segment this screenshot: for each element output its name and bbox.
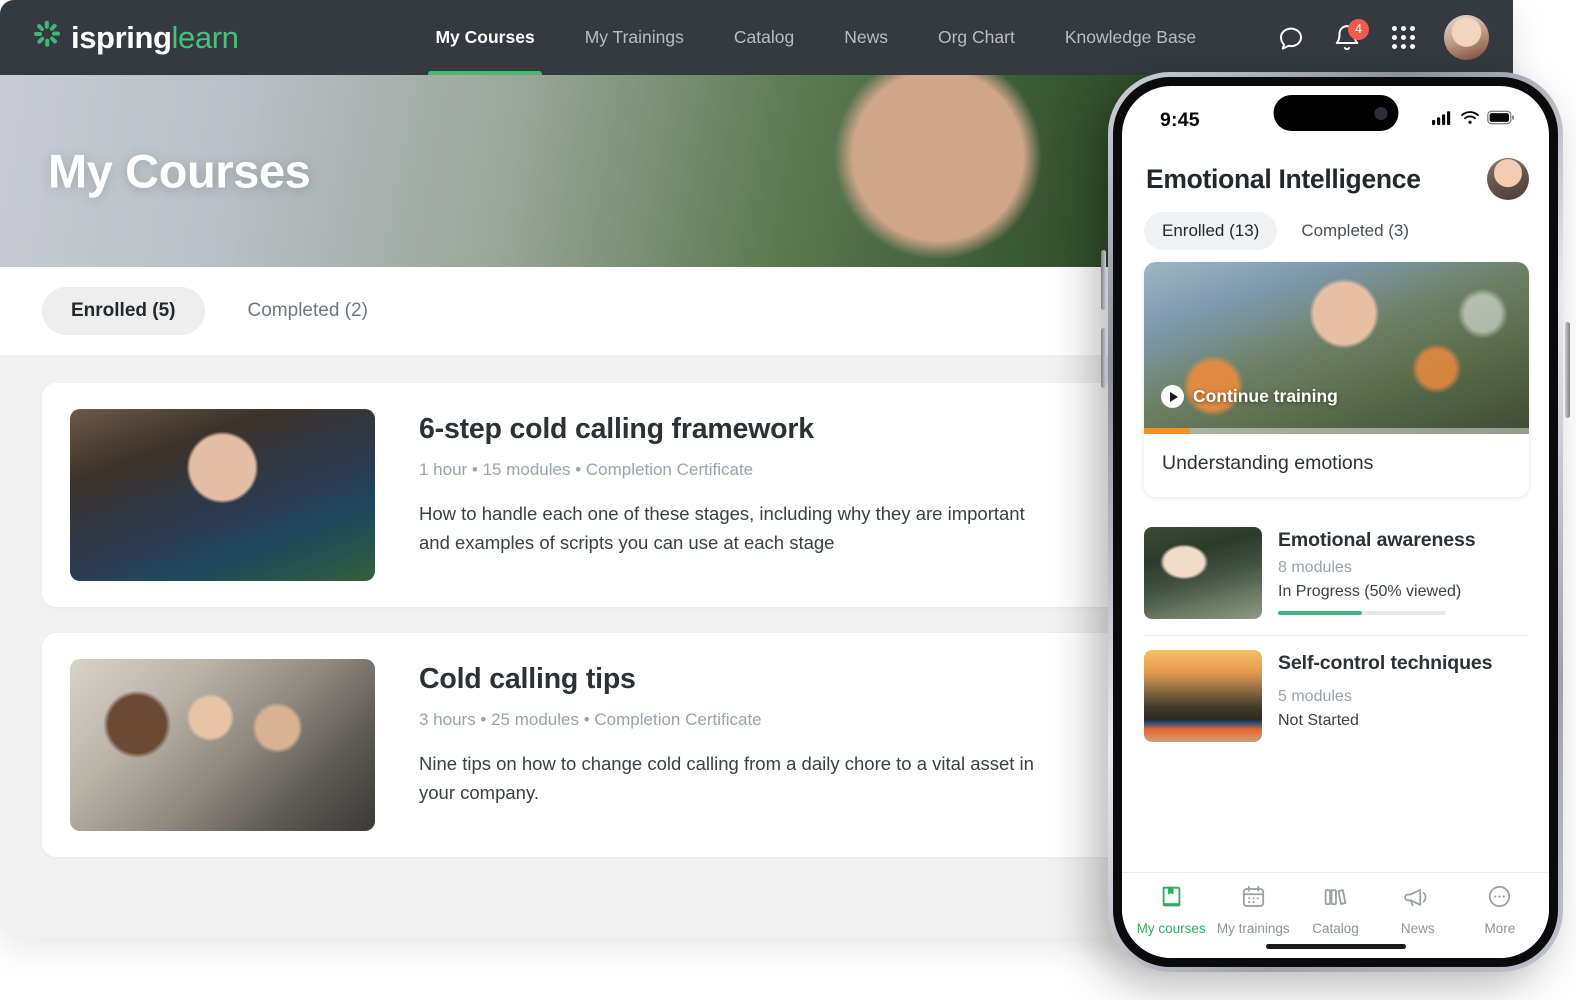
dynamic-island	[1273, 95, 1398, 131]
books-shelf-icon	[1322, 883, 1349, 915]
phone-course-list: Emotional awareness 8 modules In Progres…	[1144, 513, 1529, 758]
wifi-icon	[1460, 110, 1480, 130]
tab-label: My trainings	[1216, 921, 1290, 936]
power-button[interactable]	[1565, 322, 1570, 418]
list-item-modules: 8 modules	[1278, 559, 1352, 576]
list-item-progress-track	[1278, 611, 1446, 615]
tab-label: News	[1400, 921, 1435, 936]
featured-course-image: Continue training	[1144, 262, 1529, 434]
main-nav: My Courses My Trainings Catalog News Org…	[410, 0, 1221, 75]
screenshot-stage: ispringlearn My Courses My Trainings Cat…	[0, 0, 1576, 1000]
status-time: 9:45	[1160, 108, 1200, 131]
course-thumbnail	[70, 659, 375, 831]
phone-tab-enrolled[interactable]: Enrolled (13)	[1144, 212, 1278, 250]
page-title: My Courses	[48, 144, 311, 198]
tab-enrolled[interactable]: Enrolled (5)	[42, 287, 205, 335]
list-item[interactable]: Emotional awareness 8 modules In Progres…	[1144, 513, 1529, 636]
play-circle-icon	[1161, 385, 1184, 408]
home-indicator[interactable]	[1265, 944, 1406, 949]
list-item[interactable]: Self-control techniques 5 modules Not St…	[1144, 636, 1529, 758]
tab-label: My courses	[1136, 921, 1206, 936]
cellular-signal-icon	[1432, 110, 1453, 130]
volume-down-button[interactable]	[1101, 328, 1106, 388]
nav-item-knowledge-base[interactable]: Knowledge Base	[1040, 0, 1221, 75]
list-item-thumbnail	[1144, 527, 1262, 619]
mobile-phone-mockup: 9:45 Emotional Intelligence Enrolled (13…	[1101, 72, 1570, 972]
list-item-status: Not Started	[1278, 712, 1359, 729]
featured-progress-track	[1144, 428, 1529, 434]
top-navigation-bar: ispringlearn My Courses My Trainings Cat…	[0, 0, 1513, 75]
nav-item-catalog[interactable]: Catalog	[709, 0, 819, 75]
phone-header: Emotional Intelligence	[1122, 144, 1549, 200]
featured-course-card[interactable]: Continue training Understanding emotions	[1144, 262, 1529, 497]
front-camera-icon	[1374, 106, 1387, 120]
tab-catalog[interactable]: Catalog	[1294, 883, 1376, 936]
course-thumbnail	[70, 409, 375, 581]
course-description: How to handle each one of these stages, …	[419, 503, 1025, 553]
status-icons	[1432, 110, 1515, 130]
nav-item-news[interactable]: News	[819, 0, 913, 75]
brand-name-secondary: learn	[171, 20, 239, 55]
list-item-title: Emotional awareness	[1278, 529, 1476, 551]
phone-tab-completed[interactable]: Completed (3)	[1283, 212, 1427, 250]
brand-name-primary: ispring	[71, 20, 172, 55]
list-item-thumbnail	[1144, 650, 1262, 742]
bell-icon[interactable]: 4	[1332, 18, 1369, 53]
book-bookmark-icon	[1158, 883, 1185, 915]
grid-apps-icon[interactable]	[1388, 23, 1418, 53]
phone-filter-tabs: Enrolled (13) Completed (3)	[1122, 200, 1549, 250]
avatar[interactable]	[1487, 158, 1529, 200]
list-item-progress-fill	[1278, 611, 1362, 615]
brand-logo[interactable]: ispringlearn	[32, 20, 239, 55]
nav-item-my-courses[interactable]: My Courses	[410, 0, 559, 75]
phone-status-bar: 9:45	[1122, 86, 1549, 144]
burst-icon	[32, 20, 62, 53]
course-description: Nine tips on how to change cold calling …	[419, 753, 1034, 803]
tab-label: More	[1484, 921, 1516, 936]
phone-bezel: 9:45 Emotional Intelligence Enrolled (13…	[1113, 77, 1558, 967]
tab-label: Catalog	[1312, 921, 1359, 936]
nav-item-my-trainings[interactable]: My Trainings	[560, 0, 709, 75]
phone-page-title: Emotional Intelligence	[1146, 163, 1421, 194]
brand-wordmark: ispringlearn	[71, 20, 239, 55]
more-circle-icon	[1486, 883, 1513, 915]
nav-item-org-chart[interactable]: Org Chart	[913, 0, 1040, 75]
continue-training-row[interactable]: Continue training	[1161, 385, 1338, 408]
continue-training-label: Continue training	[1193, 386, 1338, 406]
phone-screen: 9:45 Emotional Intelligence Enrolled (13…	[1122, 86, 1549, 958]
battery-icon	[1487, 110, 1515, 130]
list-item-title: Self-control techniques	[1278, 652, 1493, 674]
tab-completed[interactable]: Completed (2)	[219, 287, 397, 335]
tab-news[interactable]: News	[1377, 883, 1459, 936]
list-item-modules: 5 modules	[1278, 688, 1352, 705]
avatar[interactable]	[1444, 15, 1489, 60]
list-item-info: Emotional awareness 8 modules In Progres…	[1278, 527, 1529, 619]
top-bar-actions: 4	[1276, 0, 1489, 75]
megaphone-icon	[1404, 883, 1431, 915]
tab-my-trainings[interactable]: My trainings	[1212, 883, 1294, 936]
list-item-info: Self-control techniques 5 modules Not St…	[1278, 650, 1529, 742]
tab-more[interactable]: More	[1459, 883, 1541, 936]
phone-content: Continue training Understanding emotions	[1122, 250, 1549, 872]
featured-course-name: Understanding emotions	[1162, 452, 1374, 474]
calendar-icon	[1240, 883, 1267, 915]
featured-progress-fill	[1144, 428, 1191, 434]
notification-badge: 4	[1348, 18, 1369, 40]
list-item-status: In Progress (50% viewed)	[1278, 583, 1462, 600]
volume-up-button[interactable]	[1101, 250, 1106, 310]
chat-bubble-icon[interactable]	[1276, 23, 1306, 53]
tab-my-courses[interactable]: My courses	[1130, 883, 1212, 936]
